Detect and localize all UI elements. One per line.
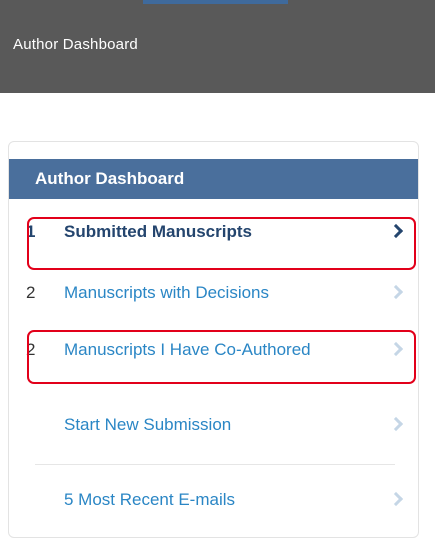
item-label: Start New Submission (64, 415, 232, 434)
highlight-box-co-authored (27, 330, 416, 384)
item-label: Manuscripts with Decisions (64, 283, 270, 302)
panel-title: Author Dashboard (9, 159, 418, 199)
nav-item-manuscripts-with-decisions[interactable]: 2 Manuscripts with Decisions (9, 269, 418, 321)
header-accent-bar (143, 0, 288, 4)
item-count: 2 (26, 283, 36, 302)
chevron-right-icon (388, 491, 404, 507)
highlight-box-submitted (27, 217, 416, 270)
app-header-title: Author Dashboard (13, 36, 138, 53)
chevron-right-icon (388, 416, 404, 432)
nav-item-start-new-submission[interactable]: Start New Submission (9, 401, 418, 453)
author-dashboard-panel: Author Dashboard 1 Submitted Manuscripts… (8, 141, 419, 538)
divider (35, 464, 395, 465)
app-header: Author Dashboard (0, 0, 435, 93)
chevron-right-icon (388, 284, 404, 300)
item-label: 5 Most Recent E-mails (64, 490, 235, 509)
nav-item-recent-emails[interactable]: 5 Most Recent E-mails (9, 476, 418, 528)
